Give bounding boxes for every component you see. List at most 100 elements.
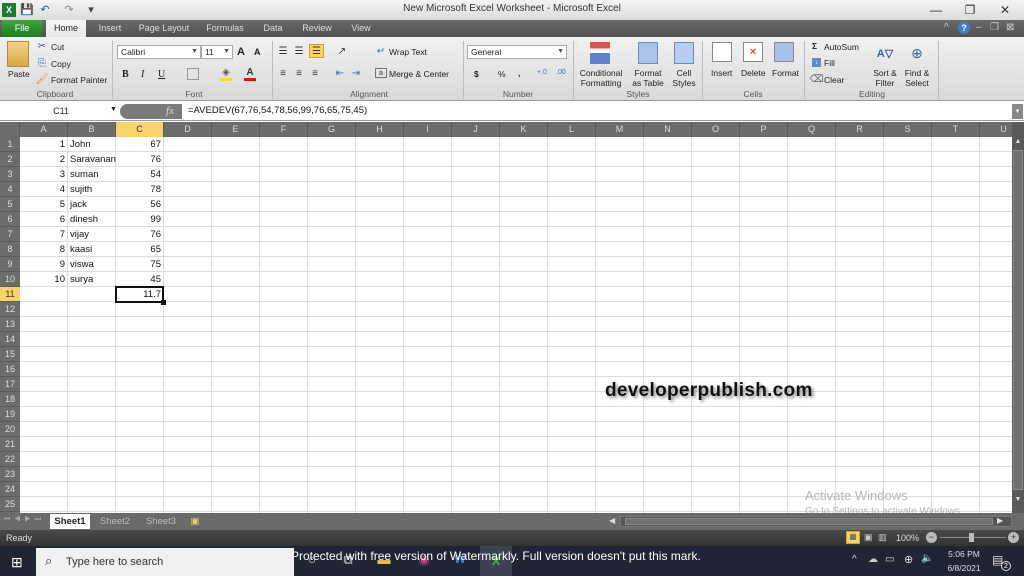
binoculars-icon[interactable]: ⊕: [906, 41, 928, 65]
formula-input[interactable]: =AVEDEV(67,76,54,78,56,99,76,65,75,45): [188, 105, 367, 116]
copy-button[interactable]: Copy: [51, 59, 71, 69]
row-header-17[interactable]: 17: [0, 377, 20, 392]
find-select-button[interactable]: Find & Select: [902, 68, 932, 88]
format-painter-icon[interactable]: 🖌: [36, 74, 49, 85]
show-hidden-icons[interactable]: ^: [852, 554, 857, 565]
grow-font-button[interactable]: A: [237, 46, 245, 58]
column-header-c[interactable]: C: [116, 122, 164, 137]
row-header-13[interactable]: 13: [0, 317, 20, 332]
name-box[interactable]: C11: [2, 104, 120, 119]
cut-button[interactable]: Cut: [51, 42, 64, 52]
zoom-slider-thumb[interactable]: [969, 533, 974, 542]
font-name-combo[interactable]: Calibri ▼: [117, 45, 201, 59]
chevron-down-icon[interactable]: ▼: [110, 106, 117, 113]
row-header-16[interactable]: 16: [0, 362, 20, 377]
expand-formula-bar-button[interactable]: ▾: [1012, 104, 1023, 119]
cell-b9[interactable]: viswa: [68, 257, 116, 272]
row-header-7[interactable]: 7: [0, 227, 20, 242]
percent-button[interactable]: %: [498, 69, 506, 79]
row-header-6[interactable]: 6: [0, 212, 20, 227]
row-header-14[interactable]: 14: [0, 332, 20, 347]
format-as-table-button[interactable]: Format as Table: [628, 68, 668, 88]
row-header-10[interactable]: 10: [0, 272, 20, 287]
cell-a9[interactable]: 9: [20, 257, 68, 272]
column-header-m[interactable]: M: [596, 122, 644, 137]
align-top-icon[interactable]: ☰: [277, 46, 289, 57]
column-header-i[interactable]: I: [404, 122, 452, 137]
normal-view-icon[interactable]: ▦: [846, 531, 860, 544]
fill-color-icon[interactable]: ◈: [220, 67, 232, 81]
scroll-left-icon[interactable]: ◀: [609, 516, 615, 525]
cell-c4[interactable]: 78: [116, 182, 164, 197]
taskbar-search[interactable]: ⌕ Type here to search: [36, 548, 294, 576]
orientation-icon[interactable]: ↗: [334, 45, 350, 57]
cell-c8[interactable]: 65: [116, 242, 164, 257]
paste-icon[interactable]: [7, 41, 29, 67]
copy-icon[interactable]: ⎘: [37, 58, 47, 69]
scroll-down-icon[interactable]: ▼: [1013, 496, 1023, 506]
insert-cells-icon[interactable]: [712, 42, 732, 62]
cell-a2[interactable]: 2: [20, 152, 68, 167]
clear-button[interactable]: Clear: [824, 75, 844, 85]
borders-icon[interactable]: [187, 68, 199, 80]
workbook-restore-icon[interactable]: ❐: [990, 22, 999, 33]
format-painter-button[interactable]: Format Painter: [51, 75, 107, 85]
row-header-5[interactable]: 5: [0, 197, 20, 212]
network-icon[interactable]: ⊕: [904, 553, 913, 566]
row-header-24[interactable]: 24: [0, 482, 20, 497]
format-cells-button[interactable]: Format: [772, 68, 799, 78]
tab-file[interactable]: File: [2, 20, 42, 37]
currency-button[interactable]: $: [474, 69, 479, 79]
sort-filter-button[interactable]: Sort & Filter: [872, 68, 898, 88]
cell-b3[interactable]: suman: [68, 167, 116, 182]
clock-date[interactable]: 6/8/2021: [942, 563, 986, 573]
cell-c6[interactable]: 99: [116, 212, 164, 227]
cell-c1[interactable]: 67: [116, 137, 164, 152]
tab-review[interactable]: Review: [298, 20, 336, 37]
cell-b5[interactable]: jack: [68, 197, 116, 212]
row-header-22[interactable]: 22: [0, 452, 20, 467]
tab-view[interactable]: View: [346, 20, 376, 37]
row-header-19[interactable]: 19: [0, 407, 20, 422]
cut-icon[interactable]: ✂: [37, 41, 47, 52]
tab-page-layout[interactable]: Page Layout: [136, 20, 192, 37]
column-header-a[interactable]: A: [20, 122, 68, 137]
paste-button[interactable]: Paste: [8, 69, 30, 79]
horizontal-scroll-thumb[interactable]: [625, 518, 993, 525]
delete-cells-icon[interactable]: ✕: [743, 42, 763, 62]
column-header-b[interactable]: B: [68, 122, 116, 137]
scroll-up-icon[interactable]: ▲: [1013, 138, 1023, 148]
cell-a8[interactable]: 8: [20, 242, 68, 257]
font-color-icon[interactable]: A: [244, 67, 256, 81]
comma-button[interactable]: ,: [518, 68, 520, 78]
column-header-e[interactable]: E: [212, 122, 260, 137]
cell-a10[interactable]: 10: [20, 272, 68, 287]
column-header-p[interactable]: P: [740, 122, 788, 137]
row-header-11[interactable]: 11: [0, 287, 20, 302]
format-cells-icon[interactable]: [774, 42, 794, 62]
row-header-1[interactable]: 1: [0, 137, 20, 152]
battery-icon[interactable]: ▭: [885, 554, 894, 565]
align-right-icon[interactable]: ≡: [309, 68, 321, 79]
column-header-n[interactable]: N: [644, 122, 692, 137]
column-header-g[interactable]: G: [308, 122, 356, 137]
cell-a6[interactable]: 6: [20, 212, 68, 227]
wrap-text-button[interactable]: Wrap Text: [389, 47, 427, 57]
cell-styles-button[interactable]: Cell Styles: [668, 68, 700, 88]
eraser-icon[interactable]: ⌫: [809, 74, 823, 85]
vertical-scroll-thumb[interactable]: [1013, 150, 1023, 490]
tab-data[interactable]: Data: [258, 20, 288, 37]
row-header-3[interactable]: 3: [0, 167, 20, 182]
row-header-21[interactable]: 21: [0, 437, 20, 452]
align-left-icon[interactable]: ≡: [277, 68, 289, 79]
column-header-r[interactable]: R: [836, 122, 884, 137]
conditional-formatting-icon[interactable]: [590, 42, 610, 64]
worksheet-grid[interactable]: 1 John 67 2 Saravanan 76 3 suman 54 4 sujith 78 5 jac…: [20, 137, 1012, 513]
format-as-table-icon[interactable]: [638, 42, 658, 64]
cell-a4[interactable]: 4: [20, 182, 68, 197]
align-center-icon[interactable]: ≡: [293, 68, 305, 79]
cell-c3[interactable]: 54: [116, 167, 164, 182]
cell-a5[interactable]: 5: [20, 197, 68, 212]
cell-a1[interactable]: 1: [20, 137, 68, 152]
tab-insert[interactable]: Insert: [92, 20, 128, 37]
